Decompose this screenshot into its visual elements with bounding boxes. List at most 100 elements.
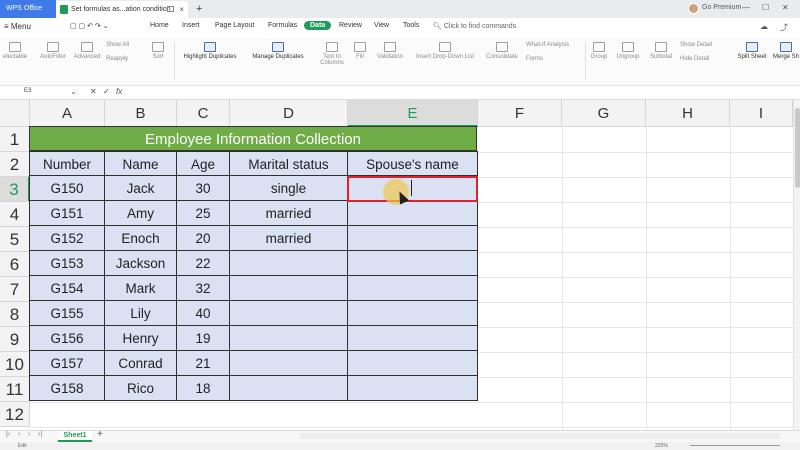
sheet-tab-sheet1[interactable]: Sheet1	[58, 431, 92, 442]
cell-name[interactable]: Enoch	[105, 226, 177, 251]
row-header-12[interactable]: 12	[0, 402, 30, 427]
header-cell-age[interactable]: Age	[177, 151, 230, 176]
tab-review[interactable]: Review	[339, 22, 362, 29]
tab-home[interactable]: Home	[150, 22, 169, 29]
cell-age[interactable]: 22	[177, 251, 230, 276]
tab-tools[interactable]: Tools	[403, 22, 419, 29]
autofilter-button[interactable]: AutoFilter	[36, 42, 70, 60]
cell-age[interactable]: 30	[177, 176, 230, 201]
next-sheet-icon[interactable]: ›	[28, 431, 30, 438]
row-header-3[interactable]: 3	[0, 177, 30, 202]
vertical-scrollbar[interactable]	[793, 100, 800, 430]
first-sheet-icon[interactable]: |‹	[6, 431, 10, 438]
subtotal-button[interactable]: Subtotal	[646, 42, 676, 60]
fill-button[interactable]: Fill	[352, 42, 368, 60]
cell-name[interactable]: Jackson	[105, 251, 177, 276]
cell-spouse-name[interactable]	[348, 251, 478, 276]
scrollbar-thumb[interactable]	[795, 108, 800, 188]
cell-name[interactable]: Rico	[105, 376, 177, 401]
cell-spouse-name[interactable]	[348, 276, 478, 301]
select-all-corner[interactable]	[0, 100, 30, 127]
cell-age[interactable]: 20	[177, 226, 230, 251]
row-header-8[interactable]: 8	[0, 302, 30, 327]
show-all-button[interactable]: Show All	[106, 42, 129, 48]
row-header-7[interactable]: 7	[0, 277, 30, 302]
column-header-c[interactable]: C	[177, 100, 230, 127]
text-to-columns-button[interactable]: Text to Columns	[314, 42, 350, 66]
column-header-b[interactable]: B	[105, 100, 177, 127]
row-header-1[interactable]: 1	[0, 127, 30, 152]
cell-number[interactable]: G154	[29, 276, 105, 301]
cell-spouse-name[interactable]	[348, 326, 478, 351]
row-header-11[interactable]: 11	[0, 377, 30, 402]
cell-marital-status[interactable]: married	[230, 226, 348, 251]
cell-marital-status[interactable]	[230, 351, 348, 376]
command-search[interactable]: 🔍︎ Click to find commands	[433, 22, 516, 30]
row-header-9[interactable]: 9	[0, 327, 30, 352]
cell-number[interactable]: G151	[29, 201, 105, 226]
prev-sheet-icon[interactable]: ‹	[18, 431, 20, 438]
group-button[interactable]: Group	[588, 42, 610, 60]
add-sheet-button[interactable]: +	[97, 429, 103, 440]
cell-name[interactable]: Amy	[105, 201, 177, 226]
tab-data[interactable]: Data	[304, 21, 332, 30]
hide-detail-button[interactable]: Hide Detail	[680, 56, 709, 62]
insert-function-icon[interactable]: fx	[116, 87, 122, 96]
cell-marital-status[interactable]: married	[230, 201, 348, 226]
share-icon[interactable]: ⤴	[780, 22, 788, 33]
consolidate-button[interactable]: Consolidate	[482, 42, 522, 60]
split-sheet-button[interactable]: Split Sheet	[734, 42, 770, 60]
tab-formulas[interactable]: Formulas	[268, 22, 297, 29]
close-tab-icon[interactable]: ×	[179, 1, 184, 18]
table-title-cell[interactable]: Employee Information Collection	[29, 126, 477, 151]
cell-age[interactable]: 21	[177, 351, 230, 376]
cell-age[interactable]: 25	[177, 201, 230, 226]
column-header-d[interactable]: D	[230, 100, 348, 127]
cell-name[interactable]: Lily	[105, 301, 177, 326]
minimize-icon[interactable]: —	[742, 3, 750, 12]
cell-name[interactable]: Conrad	[105, 351, 177, 376]
advanced-filter-button[interactable]: Advanced	[70, 42, 104, 60]
header-cell-spouse-name[interactable]: Spouse's name	[348, 151, 478, 176]
cell-spouse-name[interactable]	[348, 351, 478, 376]
tab-page-layout[interactable]: Page Layout	[215, 22, 254, 29]
ungroup-button[interactable]: Ungroup	[612, 42, 644, 60]
cell-marital-status[interactable]	[230, 276, 348, 301]
header-cell-number[interactable]: Number	[29, 151, 105, 176]
horizontal-scrollbar[interactable]	[300, 433, 780, 439]
cell-number[interactable]: G150	[29, 176, 105, 201]
cloud-icon[interactable]: ☁	[760, 22, 768, 31]
name-box[interactable]: E3	[4, 88, 74, 98]
cell-number[interactable]: G155	[29, 301, 105, 326]
what-if-analysis-button[interactable]: What-If Analysis	[526, 42, 569, 48]
row-header-10[interactable]: 10	[0, 352, 30, 377]
cell-age[interactable]: 32	[177, 276, 230, 301]
maximize-icon[interactable]: ☐	[762, 3, 769, 12]
cell-age[interactable]: 18	[177, 376, 230, 401]
cell-name[interactable]: Mark	[105, 276, 177, 301]
row-header-4[interactable]: 4	[0, 202, 30, 227]
cell-number[interactable]: G152	[29, 226, 105, 251]
column-header-i[interactable]: I	[730, 100, 793, 127]
header-cell-name[interactable]: Name	[105, 151, 177, 176]
tab-insert[interactable]: Insert	[182, 22, 200, 29]
app-tab[interactable]: WPS Office	[0, 0, 56, 18]
cell-number[interactable]: G153	[29, 251, 105, 276]
cell-spouse-name[interactable]	[348, 226, 478, 251]
pivot-selectable-button[interactable]: electable	[0, 42, 30, 60]
restore-tab-icon[interactable]	[167, 6, 174, 12]
zoom-slider[interactable]	[690, 445, 780, 446]
cell-age[interactable]: 19	[177, 326, 230, 351]
cell-number[interactable]: G157	[29, 351, 105, 376]
cell-name[interactable]: Jack	[105, 176, 177, 201]
cell-marital-status[interactable]	[230, 376, 348, 401]
merge-sheet-button[interactable]: Merge Sh	[772, 42, 800, 60]
column-header-a[interactable]: A	[30, 100, 105, 127]
cell-spouse-name[interactable]	[348, 376, 478, 401]
menu-button[interactable]: ≡ Menu	[4, 22, 31, 31]
column-header-g[interactable]: G	[562, 100, 646, 127]
cell-marital-status[interactable]	[230, 301, 348, 326]
header-cell-marital-status[interactable]: Marital status	[230, 151, 348, 176]
validation-button[interactable]: Validation	[372, 42, 408, 60]
row-header-5[interactable]: 5	[0, 227, 30, 252]
